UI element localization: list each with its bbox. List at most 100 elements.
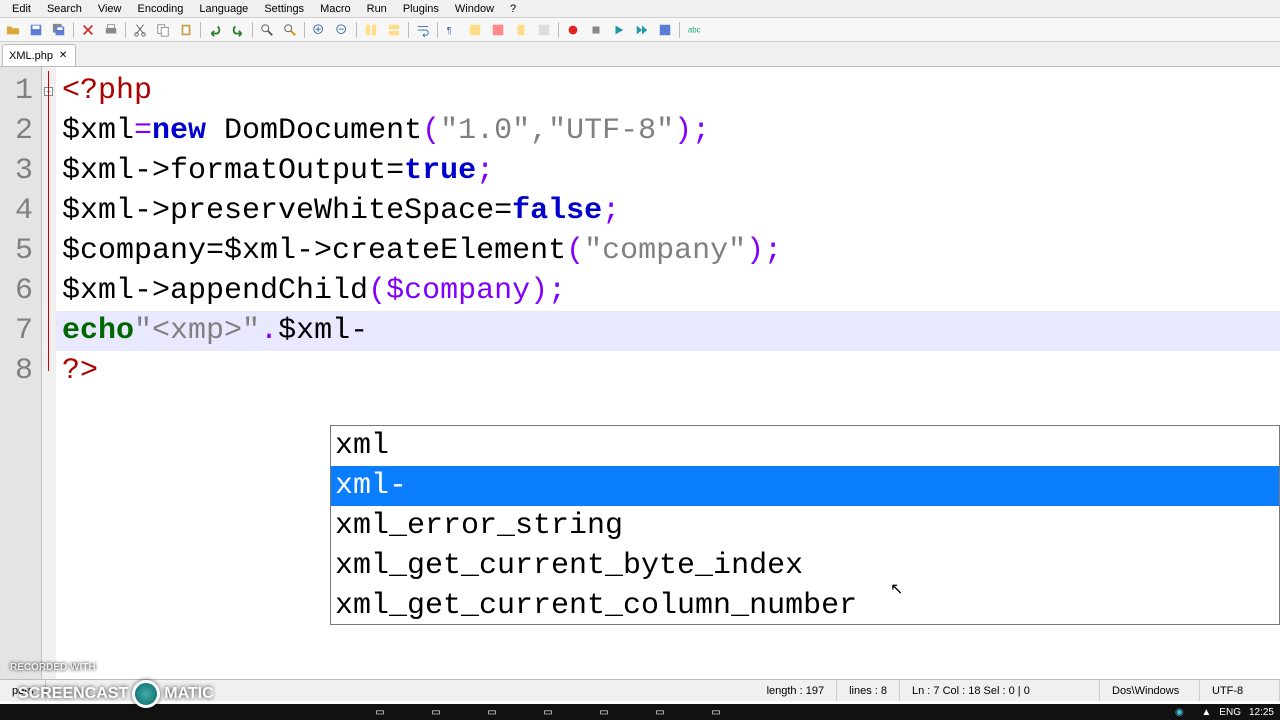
line-gutter: 1 2 3 4 5 6 7 8 <box>0 67 42 679</box>
autocomplete-item[interactable]: xml_error_string <box>331 506 1279 546</box>
tray-lang[interactable]: ENG <box>1219 707 1241 718</box>
redo-icon[interactable] <box>227 20 249 40</box>
separator <box>679 22 680 38</box>
user-lang-icon[interactable] <box>487 20 509 40</box>
tab-xml-php[interactable]: XML.php ✕ <box>2 44 76 66</box>
separator <box>408 22 409 38</box>
autocomplete-item[interactable]: xml_get_current_byte_index <box>331 546 1279 586</box>
tray-icon[interactable]: ◉ <box>1165 705 1193 719</box>
autocomplete-item[interactable]: xml <box>331 426 1279 466</box>
func-list-icon[interactable] <box>533 20 555 40</box>
line-number: 2 <box>0 111 41 151</box>
save-icon[interactable] <box>25 20 47 40</box>
status-encoding: UTF-8 <box>1200 680 1280 701</box>
replace-icon[interactable] <box>279 20 301 40</box>
menu-edit[interactable]: Edit <box>4 2 39 16</box>
line-number: 5 <box>0 231 41 271</box>
line-number: 8 <box>0 351 41 391</box>
line-number: 6 <box>0 271 41 311</box>
close-icon[interactable] <box>77 20 99 40</box>
zoom-in-icon[interactable] <box>308 20 330 40</box>
code-line[interactable]: <?php <box>56 71 1280 111</box>
print-icon[interactable] <box>100 20 122 40</box>
open-icon[interactable] <box>2 20 24 40</box>
tab-label: XML.php <box>9 50 53 62</box>
menu-search[interactable]: Search <box>39 2 90 16</box>
save-all-icon[interactable] <box>48 20 70 40</box>
wordwrap-icon[interactable] <box>412 20 434 40</box>
play-multi-icon[interactable] <box>631 20 653 40</box>
separator <box>73 22 74 38</box>
sync-h-icon[interactable] <box>383 20 405 40</box>
menu-plugins[interactable]: Plugins <box>395 2 447 16</box>
watermark-line1: RECORDED WITH <box>10 662 96 673</box>
autocomplete-item[interactable]: xml_get_current_column_number <box>331 586 1279 626</box>
menu-window[interactable]: Window <box>447 2 502 16</box>
sync-v-icon[interactable] <box>360 20 382 40</box>
taskbar-app-icon[interactable]: ▭ <box>702 705 730 719</box>
watermark-logo: SCREENCAST MATIC <box>18 680 214 708</box>
spell-icon[interactable]: abc <box>683 20 705 40</box>
separator <box>356 22 357 38</box>
code-line[interactable]: $company=$xml->createElement("company"); <box>56 231 1280 271</box>
taskbar-app-icon[interactable]: ▭ <box>422 705 450 719</box>
code-line[interactable]: $xml->appendChild($company); <box>56 271 1280 311</box>
menu-encoding[interactable]: Encoding <box>129 2 191 16</box>
line-number: 1 <box>0 71 41 111</box>
stop-icon[interactable] <box>585 20 607 40</box>
record-icon[interactable] <box>562 20 584 40</box>
status-eol: Dos\Windows <box>1100 680 1200 701</box>
svg-text:abc: abc <box>688 25 701 34</box>
menu-macro[interactable]: Macro <box>312 2 359 16</box>
menu-view[interactable]: View <box>90 2 130 16</box>
code-line[interactable]: ?> <box>56 351 1280 391</box>
autocomplete-popup[interactable]: xml xml- xml_error_string xml_get_curren… <box>330 425 1280 625</box>
taskbar-app-icon[interactable]: ▭ <box>534 705 562 719</box>
line-number: 4 <box>0 191 41 231</box>
code-line-current[interactable]: echo"<xmp>".$xml- <box>56 311 1280 351</box>
separator <box>437 22 438 38</box>
menu-language[interactable]: Language <box>191 2 256 16</box>
tray-chevron-icon[interactable]: ▲ <box>1201 707 1211 718</box>
show-all-chars-icon[interactable]: ¶ <box>441 20 463 40</box>
separator <box>125 22 126 38</box>
separator <box>304 22 305 38</box>
svg-text:¶: ¶ <box>447 25 452 35</box>
zoom-out-icon[interactable] <box>331 20 353 40</box>
paste-icon[interactable] <box>175 20 197 40</box>
close-tab-icon[interactable]: ✕ <box>57 50 69 62</box>
menu-run[interactable]: Run <box>359 2 395 16</box>
separator <box>200 22 201 38</box>
separator <box>252 22 253 38</box>
line-number: 7 <box>0 311 41 351</box>
toolbar: ¶ abc <box>0 18 1280 42</box>
status-position: Ln : 7 Col : 18 Sel : 0 | 0 <box>900 680 1100 701</box>
menu-bar: Edit Search View Encoding Language Setti… <box>0 0 1280 18</box>
menu-settings[interactable]: Settings <box>256 2 312 16</box>
tab-bar: XML.php ✕ <box>0 42 1280 67</box>
cut-icon[interactable] <box>129 20 151 40</box>
doc-map-icon[interactable] <box>510 20 532 40</box>
find-icon[interactable] <box>256 20 278 40</box>
status-lines: lines : 8 <box>837 680 900 701</box>
taskbar-app-icon[interactable]: ▭ <box>366 705 394 719</box>
indent-guide-icon[interactable] <box>464 20 486 40</box>
code-line[interactable]: $xml->preserveWhiteSpace=false; <box>56 191 1280 231</box>
menu-help[interactable]: ? <box>502 2 524 16</box>
watermark-circle-icon <box>132 680 160 708</box>
copy-icon[interactable] <box>152 20 174 40</box>
save-macro-icon[interactable] <box>654 20 676 40</box>
autocomplete-item-selected[interactable]: xml- <box>331 466 1279 506</box>
tray-time: 12:25 <box>1249 707 1274 718</box>
code-line[interactable]: $xml=new DomDocument("1.0","UTF-8"); <box>56 111 1280 151</box>
taskbar-app-icon[interactable]: ▭ <box>478 705 506 719</box>
taskbar-app-icon[interactable]: ▭ <box>590 705 618 719</box>
editor-area[interactable]: 1 2 3 4 5 6 7 8 − <?php $xml=new DomDocu… <box>0 67 1280 679</box>
line-number: 3 <box>0 151 41 191</box>
code-line[interactable]: $xml->formatOutput=true; <box>56 151 1280 191</box>
separator <box>558 22 559 38</box>
play-icon[interactable] <box>608 20 630 40</box>
undo-icon[interactable] <box>204 20 226 40</box>
taskbar-app-icon[interactable]: ▭ <box>646 705 674 719</box>
status-length: length : 197 <box>755 680 838 701</box>
